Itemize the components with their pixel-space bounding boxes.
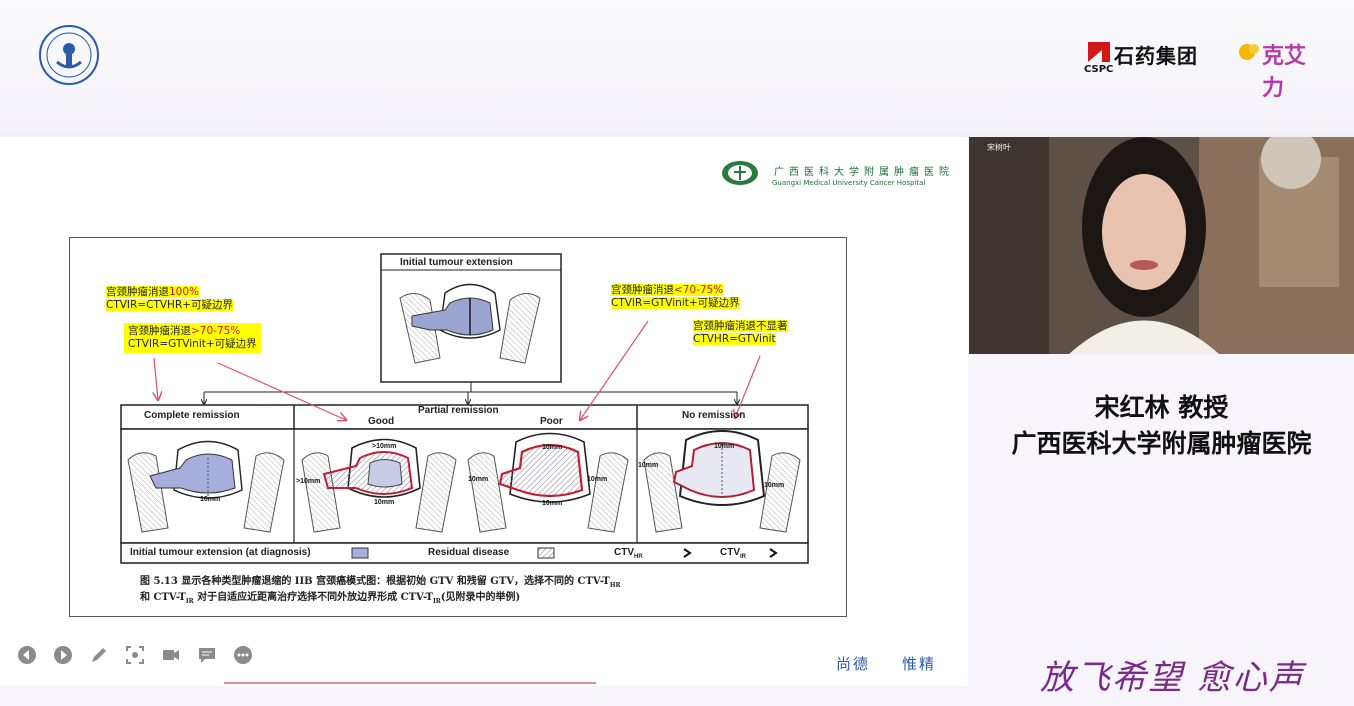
no-remission-label: No remission	[682, 410, 746, 421]
legend-residual: Residual disease	[428, 547, 510, 558]
sponsor-logos: 石药集团 CSPC 克艾力	[1084, 40, 1324, 101]
mm-label: >10mm	[296, 478, 321, 485]
figure-caption-line1: 图 5.13 显示各种类型肿瘤退缩的 IIB 宫颈癌模式图：根据初始 GTV 和…	[140, 576, 621, 589]
mm-label: 10mm	[468, 476, 489, 483]
brand-logo-icon	[1239, 44, 1259, 60]
slide-motto-2: 惟精	[902, 655, 937, 673]
hospital-logo-icon	[722, 161, 758, 185]
speaker-video-frame	[969, 137, 1354, 354]
brand-name: 克艾力	[1262, 44, 1307, 101]
mm-label: 10mm	[542, 500, 563, 507]
hospital-name-en: Guangxi Medical University Cancer Hospit…	[772, 179, 926, 187]
comment-icon[interactable]	[197, 645, 217, 665]
slogan-calligraphy: 放飞希望 愈心声	[1040, 658, 1305, 698]
mm-label: 10mm	[638, 462, 659, 469]
hospital-name-cn: 广西医科大学附属肿瘤医院	[774, 167, 954, 178]
partial-remission-label: Partial remission	[418, 405, 499, 416]
mm-label: 10mm	[714, 443, 735, 450]
speaker-name: 宋红林 教授	[1094, 393, 1229, 422]
mm-label: 10mm	[374, 499, 395, 506]
good-label: Good	[368, 416, 395, 427]
sponsor-name: 石药集团	[1114, 44, 1198, 68]
poor-label: Poor	[540, 416, 563, 427]
mm-label: 10mm	[200, 496, 221, 503]
cervical-cancer-figure: Initial tumour extension Complete remiss…	[69, 237, 847, 617]
top-banner: 石药集团 CSPC 克艾力	[0, 0, 1354, 137]
presentation-slide: 广西医科大学附属肿瘤医院 Guangxi Medical University …	[0, 137, 968, 686]
progress-scrubber[interactable]	[224, 682, 596, 684]
cspc-logo-icon	[1088, 42, 1110, 62]
sponsor-abbrev: CSPC	[1084, 64, 1114, 75]
note-none: 宫颈肿瘤消退不显著 CTVHR=GTVinit	[693, 320, 788, 345]
bottom-bar	[0, 686, 969, 706]
mm-label: 10mm	[764, 482, 785, 489]
figure-caption-line2: 和 CTV-TIR 对于自适应近距离治疗选择不同外放边界形成 CTV-TIR(见…	[140, 592, 521, 605]
screenshot-icon[interactable]	[125, 645, 145, 665]
note-poor: 宫颈肿瘤消退<70-75% CTVIR=GTVinit+可疑边界	[611, 284, 740, 309]
mm-label: >10mm	[372, 443, 397, 450]
more-icon[interactable]	[233, 645, 253, 665]
association-logo-icon	[39, 25, 99, 85]
mm-label: 10mm	[587, 476, 608, 483]
legend-ctv-ir: CTVIR	[720, 547, 746, 560]
camera-icon[interactable]	[161, 645, 181, 665]
speaker-video: 宋树叶	[969, 137, 1354, 354]
initial-extension-label: Initial tumour extension	[400, 257, 513, 268]
next-icon[interactable]	[53, 645, 73, 665]
legend-ctv-hr: CTVHR	[614, 547, 643, 560]
speaker-affiliation: 广西医科大学附属肿瘤医院	[1011, 429, 1312, 458]
complete-remission-label: Complete remission	[144, 410, 240, 421]
pen-icon[interactable]	[89, 645, 109, 665]
note-complete: 宫颈肿瘤消退100% CTVIR=CTVHR+可疑边界	[106, 286, 234, 311]
prev-icon[interactable]	[17, 645, 37, 665]
slide-motto-1: 尚德	[836, 655, 871, 673]
note-good: 宫颈肿瘤消退>70-75% CTVIR=GTVinit+可疑边界	[124, 323, 261, 353]
legend-initial: Initial tumour extension (at diagnosis)	[130, 547, 311, 558]
participant-label: 宋树叶	[987, 143, 1011, 152]
mm-label: 10mm	[542, 444, 563, 451]
